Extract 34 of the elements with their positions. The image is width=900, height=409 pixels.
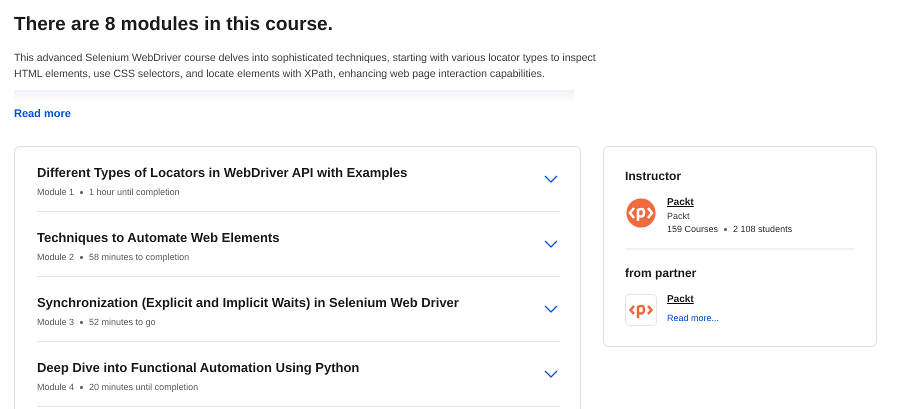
separator-dot: [80, 190, 84, 194]
module-title[interactable]: Different Types of Locators in WebDriver API with Examples: [37, 165, 408, 180]
course-count: 159 Courses: [667, 224, 718, 234]
chevron-down-icon[interactable]: [544, 305, 558, 313]
partner-read-more-link[interactable]: Read more...: [667, 313, 720, 323]
logo-icon: [625, 197, 657, 229]
module-number: Module 4: [37, 382, 74, 392]
module-title[interactable]: Synchronization (Explicit and Implicit Waits) in Selenium Web Driver: [37, 295, 459, 310]
course-description: This advanced Selenium WebDriver course delves into sophisticated techniques, starting with various locator types to inspect HTML elements, use CSS selectors, and locate elements with XPath, enhancing web page interaction capabilities.: [14, 51, 597, 82]
separator-dot: [724, 228, 728, 230]
separator-dot: [80, 320, 84, 324]
partner-heading: from partner: [625, 266, 698, 280]
module-number: Module 1: [37, 187, 74, 197]
separator-dot: [80, 256, 84, 258]
module-duration: 1 hour until completion: [89, 187, 180, 197]
read-more-link[interactable]: Read more: [14, 108, 71, 120]
module-number: Module 2: [37, 252, 74, 262]
module-title[interactable]: Deep Dive into Functional Automation Using Python: [37, 360, 360, 375]
instructor-organization: Packt: [667, 211, 691, 221]
student-count: 2 108 students: [733, 224, 792, 234]
chevron-down-icon[interactable]: [544, 175, 558, 183]
instructor-name-link[interactable]: Packt: [667, 197, 792, 208]
instructor-heading: Instructor: [625, 169, 682, 183]
module-duration: 52 minutes to go: [89, 317, 156, 327]
module-number: Module 3: [37, 317, 74, 327]
chevron-down-icon[interactable]: [544, 370, 558, 378]
partner-name-link[interactable]: Packt: [667, 294, 720, 305]
separator-dot: [80, 386, 84, 388]
module-title[interactable]: Techniques to Automate Web Elements: [37, 230, 280, 245]
module-duration: 20 minutes until completion: [89, 382, 198, 392]
section-heading: There are 8 modules in this course.: [14, 14, 334, 36]
partner-logo-icon: [625, 294, 657, 326]
module-duration: 58 minutes to completion: [89, 252, 190, 262]
chevron-down-icon[interactable]: [544, 240, 558, 248]
